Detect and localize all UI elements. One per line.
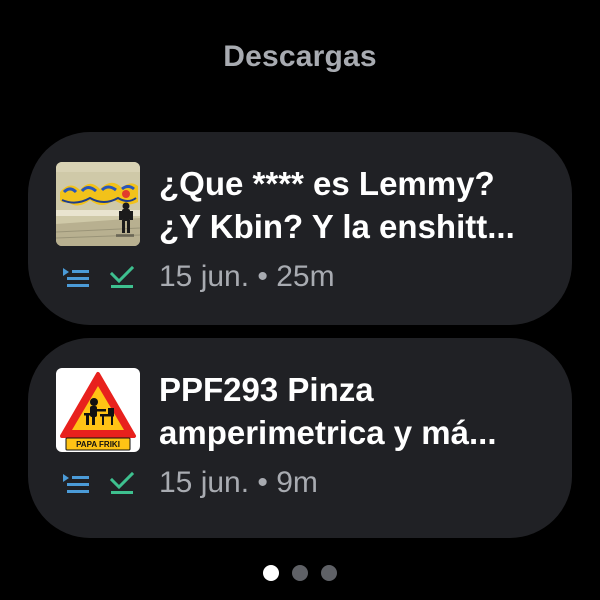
queue-icon	[61, 264, 91, 295]
episode-date-duration: 15 jun. • 25m	[159, 260, 335, 293]
page-dot-active[interactable]	[263, 565, 279, 581]
papa-friki-logo: PAPA FRIKI	[56, 368, 140, 452]
podcast-artwork-graffiti	[56, 162, 140, 246]
page-indicator	[0, 565, 600, 581]
episode-title-line: ¿Que **** es Lemmy?	[159, 165, 495, 202]
episode-title: PPF293 Pinza amperimetrica y má...	[159, 368, 559, 454]
episode-title-line: amperimetrica y má...	[159, 414, 497, 451]
episode-card[interactable]: PAPA FRIKI PPF293 Pinza amperimetrica y …	[28, 338, 572, 538]
papa-friki-logo-text: PAPA FRIKI	[76, 440, 120, 449]
page-dot[interactable]	[292, 565, 308, 581]
queue-icon	[61, 470, 91, 501]
page-dot[interactable]	[321, 565, 337, 581]
page-title: Descargas	[223, 40, 377, 73]
downloaded-check-icon	[108, 264, 136, 295]
downloaded-check-icon	[108, 470, 136, 501]
episode-title-line: PPF293 Pinza	[159, 371, 374, 408]
episode-title: ¿Que **** es Lemmy? ¿Y Kbin? Y la enshit…	[159, 162, 559, 248]
episode-date-duration: 15 jun. • 9m	[159, 466, 318, 499]
episode-card[interactable]: ¿Que **** es Lemmy? ¿Y Kbin? Y la enshit…	[28, 132, 572, 325]
episode-title-line: ¿Y Kbin? Y la enshitt...	[159, 208, 515, 245]
episode-meta: 15 jun. • 25m	[56, 260, 536, 294]
episode-meta: 15 jun. • 9m	[56, 466, 536, 500]
